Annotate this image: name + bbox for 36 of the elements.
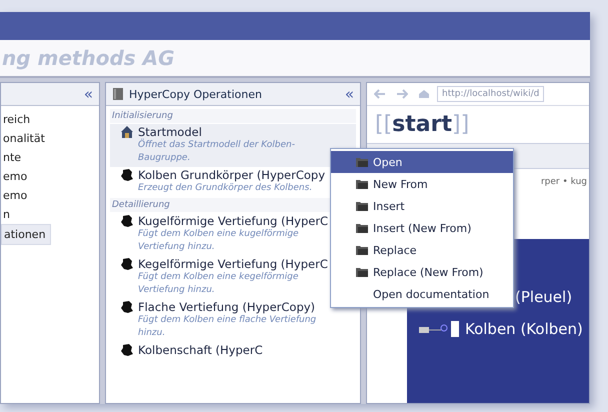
navigation-item[interactable]: reich — [1, 110, 34, 129]
section-heading: Initialisierung — [110, 109, 356, 123]
company-name: ng methods AG — [2, 46, 175, 70]
navigation-item[interactable]: n — [1, 205, 14, 224]
part-icon — [120, 257, 134, 271]
operation-item[interactable]: Kolbenschaft (HyperC — [110, 342, 356, 359]
navigation-item[interactable]: nte — [1, 148, 26, 167]
page-title: start — [392, 112, 452, 137]
back-arrow-icon — [374, 89, 386, 99]
part-icon — [120, 214, 134, 228]
operation-description: Erzeugt den Grundkörper des Kolbens. — [137, 182, 314, 195]
bracket-text: [[ — [375, 112, 392, 137]
navigation-item[interactable]: emo — [1, 167, 32, 186]
part-icon — [120, 300, 134, 314]
forward-arrow-icon — [396, 89, 408, 99]
book-icon — [112, 87, 124, 101]
navigation-item[interactable]: ationen — [1, 224, 51, 245]
operation-description: Fügt dem Kolben eine kegelförmige Vertiefung hinzu. — [137, 271, 300, 297]
part-icon — [120, 168, 134, 182]
part-icon — [120, 343, 134, 357]
operation-description: Fügt dem Kolben eine flache Vertiefung hinzu. — [137, 314, 318, 340]
operation-description: Fügt dem Kolben eine kugelförmige Vertiefung hinzu. — [137, 228, 300, 254]
collapse-button[interactable]: « — [344, 85, 354, 103]
navigation-item[interactable]: onalität — [1, 129, 49, 148]
house-icon — [120, 125, 134, 139]
operation-item[interactable]: Startmodel Öffnet das Startmodell der Kolben-Baugruppe. — [110, 124, 356, 167]
bracket-text: ]] — [452, 112, 470, 137]
breadcrumb: rper • kug — [540, 177, 587, 187]
navigation-item[interactable]: emo — [1, 186, 32, 205]
menu-item[interactable]: Open — [331, 151, 513, 173]
panel-title: HyperCopy Operationen — [129, 88, 262, 100]
tree-node[interactable]: (Pleuel) — [515, 288, 572, 306]
home-icon — [418, 89, 430, 99]
operation-description: Öffnet das Startmodell der Kolben-Baugruppe. — [137, 139, 296, 165]
tree-node[interactable]: Kolben (Kolben) — [465, 320, 583, 338]
collapse-button[interactable]: « — [84, 85, 93, 103]
